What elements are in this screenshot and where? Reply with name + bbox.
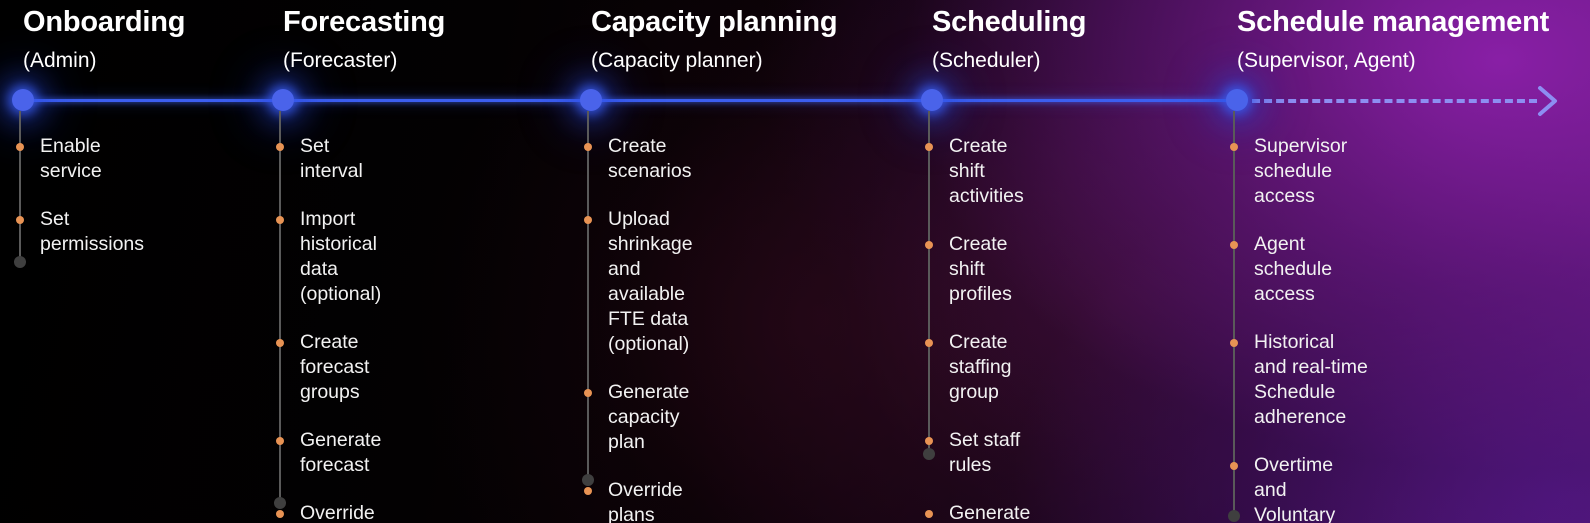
bullet-dot-icon	[925, 241, 933, 249]
list-item[interactable]: Upload shrinkage and available FTE data …	[577, 207, 693, 357]
timeline-rail-segment-1	[23, 99, 283, 102]
timeline-rail-segment-4	[932, 99, 1237, 102]
list-item[interactable]: Override forecast (optional)	[269, 501, 381, 523]
list-item[interactable]: Historical and real-time Schedule adhere…	[1223, 330, 1368, 430]
bullet-dot-icon	[584, 143, 592, 151]
list-item-label: Create staffing group	[949, 331, 1012, 403]
bullet-dot-icon	[584, 389, 592, 397]
timeline-rail-dashed-continuation	[1252, 99, 1537, 103]
bullet-dot-icon	[584, 487, 592, 495]
stage-role: (Capacity planner)	[591, 49, 763, 72]
timeline-rail-segment-3	[591, 99, 932, 102]
bullet-dot-icon	[584, 216, 592, 224]
list-item-label: Historical and real-time Schedule adhere…	[1254, 331, 1368, 428]
list-item-label: Set permissions	[40, 208, 145, 255]
stage-title: Scheduling	[932, 6, 1087, 38]
list-item-label: Enable service	[40, 135, 102, 182]
stage-title: Schedule management	[1237, 6, 1550, 38]
list-item[interactable]: Enable service	[9, 134, 144, 184]
list-item[interactable]: Agent schedule access	[1223, 232, 1368, 307]
list-item[interactable]: Create shift activities	[918, 134, 1030, 209]
list-item-label: Set staff rules	[949, 429, 1021, 476]
list-item-label: Override forecast (optional)	[300, 502, 375, 523]
bullet-dot-icon	[1230, 462, 1238, 470]
bullet-dot-icon	[1230, 143, 1238, 151]
stage-task-list: Create shift activities Create shift pro…	[918, 134, 1030, 523]
list-item[interactable]: Generate schedule	[918, 501, 1030, 523]
stage-role: (Admin)	[23, 49, 97, 72]
timeline-rail-segment-2	[283, 99, 591, 102]
bullet-dot-icon	[276, 143, 284, 151]
bullet-dot-icon	[16, 143, 24, 151]
list-item[interactable]: Generate capacity plan	[577, 380, 693, 455]
timeline-node-onboarding[interactable]	[12, 89, 34, 111]
list-item[interactable]: Set interval	[269, 134, 381, 184]
stage-task-list: Enable service Set permissions	[9, 134, 144, 280]
list-item-label: Override plans (optional)	[608, 479, 683, 523]
list-item-label: Agent schedule access	[1254, 233, 1333, 305]
list-item-label: Create scenarios	[608, 135, 692, 182]
list-item-label: Overtime and Voluntary Time Off request …	[1254, 454, 1336, 523]
list-item[interactable]: Set staff rules	[918, 428, 1030, 478]
stage-role: (Supervisor, Agent)	[1237, 49, 1416, 72]
timeline-node-forecasting[interactable]	[272, 89, 294, 111]
timeline-node-scheduling[interactable]	[921, 89, 943, 111]
list-item-label: Create shift profiles	[949, 233, 1012, 305]
stage-task-list: Supervisor schedule access Agent schedul…	[1223, 134, 1368, 523]
bullet-dot-icon	[276, 437, 284, 445]
stage-role: (Scheduler)	[932, 49, 1041, 72]
list-item[interactable]: Create staffing group	[918, 330, 1030, 405]
bullet-dot-icon	[925, 339, 933, 347]
bullet-dot-icon	[16, 216, 24, 224]
stage-role: (Forecaster)	[283, 49, 398, 72]
list-item[interactable]: Overtime and Voluntary Time Off request …	[1223, 453, 1368, 523]
bullet-dot-icon	[925, 510, 933, 518]
list-item-label: Generate schedule	[949, 502, 1031, 523]
list-item-label: Generate capacity plan	[608, 381, 690, 453]
list-item-label: Import historical data (optional)	[300, 208, 382, 305]
bullet-dot-icon	[1230, 339, 1238, 347]
list-item[interactable]: Supervisor schedule access	[1223, 134, 1368, 209]
stage-task-list: Create scenarios Upload shrinkage and av…	[577, 134, 693, 523]
stage-title: Capacity planning	[591, 6, 838, 38]
arrow-right-icon	[1538, 86, 1557, 116]
bullet-dot-icon	[276, 510, 284, 518]
stage-title: Forecasting	[283, 6, 446, 38]
list-item-label: Upload shrinkage and available FTE data …	[608, 208, 693, 355]
list-item[interactable]: Create forecast groups	[269, 330, 381, 405]
bullet-dot-icon	[925, 143, 933, 151]
bullet-dot-icon	[276, 339, 284, 347]
list-item-label: Create forecast groups	[300, 331, 370, 403]
timeline-node-schedule-management[interactable]	[1226, 89, 1248, 111]
stage-task-list: Set interval Import historical data (opt…	[269, 134, 381, 523]
list-item[interactable]: Create shift profiles	[918, 232, 1030, 307]
timeline-node-capacity-planning[interactable]	[580, 89, 602, 111]
list-item[interactable]: Override plans (optional)	[577, 478, 693, 523]
bullet-dot-icon	[276, 216, 284, 224]
bullet-dot-icon	[1230, 241, 1238, 249]
list-item[interactable]: Create scenarios	[577, 134, 693, 184]
list-item[interactable]: Import historical data (optional)	[269, 207, 381, 307]
list-item-label: Generate forecast	[300, 429, 382, 476]
stage-title: Onboarding	[23, 6, 186, 38]
list-item[interactable]: Set permissions	[9, 207, 144, 257]
list-item[interactable]: Generate forecast	[269, 428, 381, 478]
list-item-label: Supervisor schedule access	[1254, 135, 1348, 207]
bullet-dot-icon	[925, 437, 933, 445]
list-item-label: Set interval	[300, 135, 363, 182]
workforce-journey-diagram: Onboarding (Admin) Enable service Set pe…	[0, 0, 1590, 523]
list-item-label: Create shift activities	[949, 135, 1024, 207]
